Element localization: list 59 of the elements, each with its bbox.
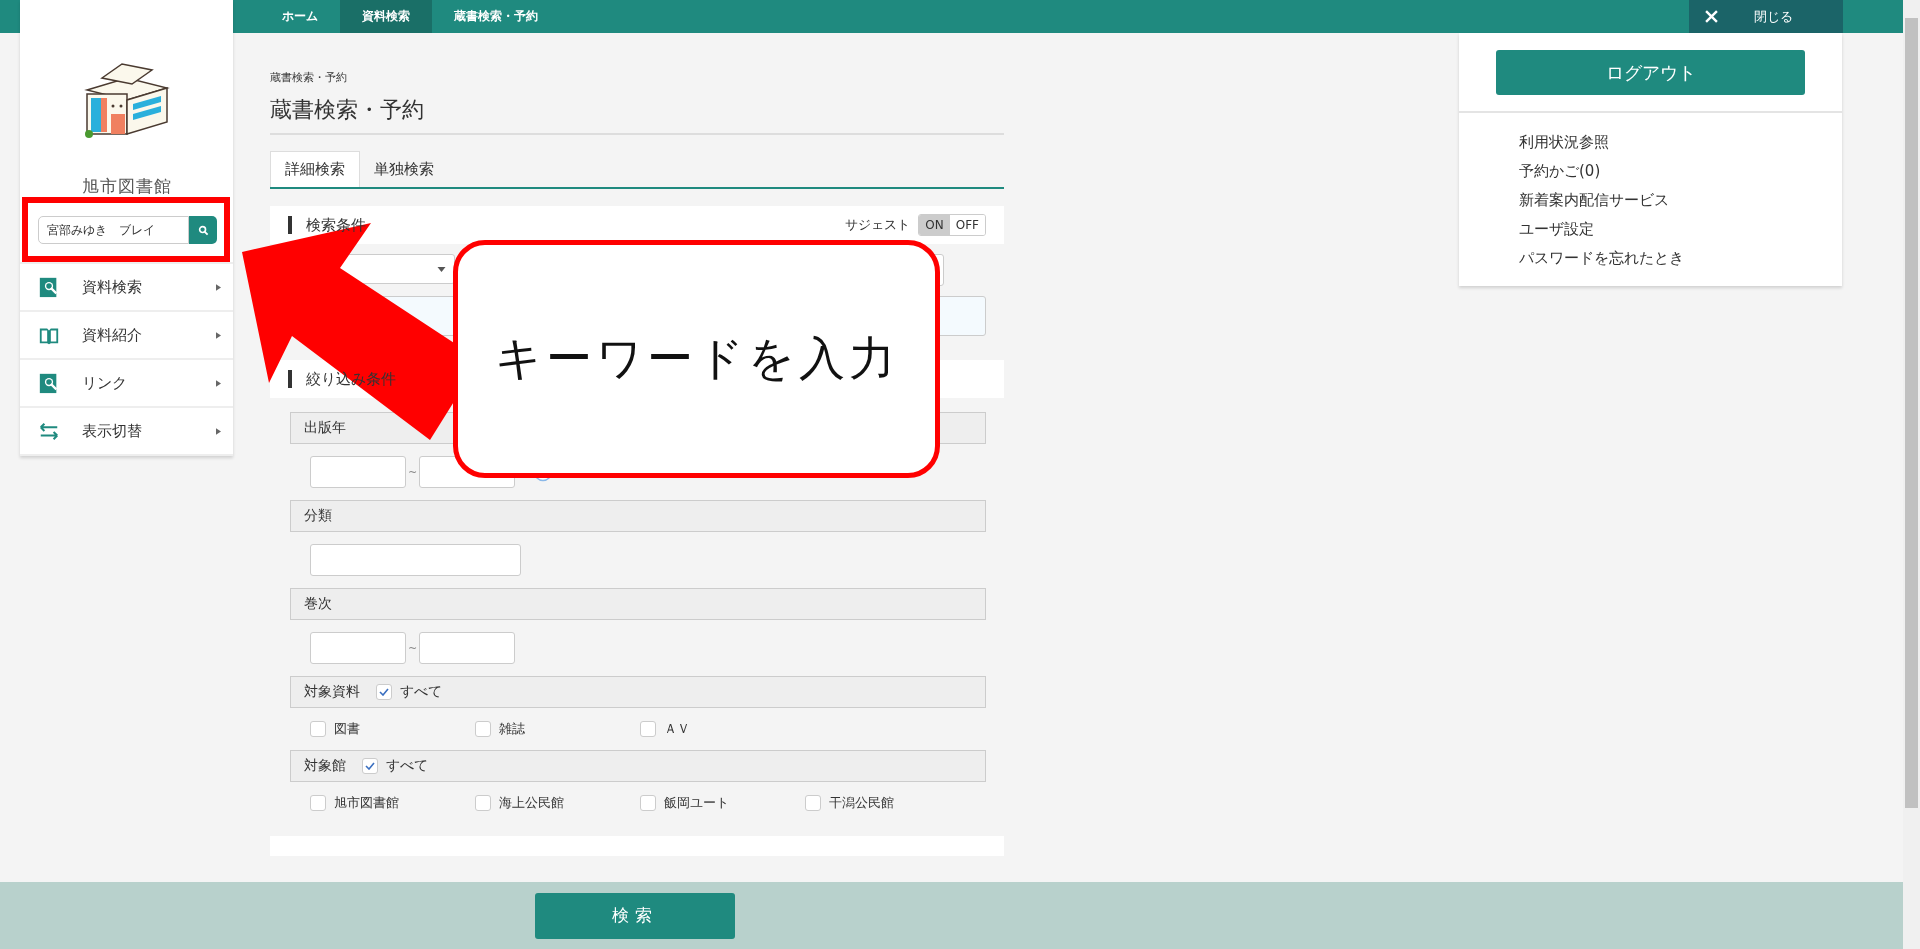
input-field[interactable] [310, 544, 521, 576]
tab[interactable]: 単独検索 [360, 151, 448, 187]
group-label: 巻次 [304, 595, 332, 613]
search-button[interactable] [189, 216, 217, 244]
checkbox[interactable]: 旭市図書館 [310, 794, 475, 812]
menu-link[interactable]: 新着案内配信サービス [1519, 191, 1842, 210]
range-separator: ~ [408, 641, 418, 655]
document-search-icon [38, 372, 60, 394]
document-search-icon [38, 276, 60, 298]
checkbox[interactable]: ＡＶ [640, 720, 805, 738]
checkbox[interactable]: 図書 [310, 720, 475, 738]
menu-link[interactable]: ユーザ設定 [1519, 220, 1842, 239]
input-field[interactable] [310, 632, 406, 664]
menu-item[interactable]: リンク [20, 360, 233, 408]
toggle-option[interactable]: ON [919, 215, 950, 235]
breadcrumb-link[interactable]: 資料検索 [340, 0, 432, 33]
caret-icon [216, 379, 221, 387]
scrollbar[interactable] [1903, 0, 1920, 949]
page-title: 蔵書検索・予約 [270, 95, 1004, 135]
group-label: 対象資料 [304, 683, 360, 701]
close-button[interactable]: 閉じる [1689, 0, 1843, 33]
check-icon [365, 762, 375, 770]
input-field[interactable] [419, 632, 516, 664]
caret-icon [216, 331, 221, 339]
caret-icon [216, 427, 221, 435]
input-field[interactable] [310, 456, 406, 488]
tab[interactable]: 詳細検索 [270, 151, 360, 187]
group-label: 出版年 [304, 419, 346, 437]
group-label: 対象館 [304, 757, 346, 775]
menu-link[interactable]: 利用状況参照 [1519, 133, 1842, 152]
section-title: 絞り込み条件 [306, 369, 396, 389]
callout-text: キーワードを入力 [494, 330, 899, 387]
menu-link[interactable]: 予約かご(0) [1519, 162, 1842, 181]
close-icon [1705, 10, 1718, 23]
search-button[interactable]: 検索 [535, 892, 735, 939]
page-breadcrumb: 蔵書検索・予約 [270, 70, 348, 85]
logout-button[interactable]: ログアウト [1496, 50, 1805, 95]
checkbox[interactable]: 干潟公民館 [805, 794, 970, 812]
search-field[interactable]: 宮部みゆき ブレイ [38, 216, 189, 244]
suggest-label: サジェスト [845, 216, 911, 234]
checkbox[interactable]: 雑誌 [475, 720, 640, 738]
breadcrumb-link[interactable]: ホーム [260, 0, 340, 33]
dropdown-caret-icon [437, 266, 446, 272]
checkbox[interactable]: 飯岡ユート [640, 794, 805, 812]
check-icon [379, 688, 389, 696]
range-separator: ~ [408, 465, 418, 479]
library-name: 旭市図書館 [80, 175, 173, 198]
menu-item[interactable]: 表示切替 [20, 408, 233, 456]
checkbox[interactable]: 海上公民館 [475, 794, 640, 812]
checkbox[interactable]: すべて [362, 757, 428, 775]
menu-item[interactable]: 資料検索 [20, 264, 233, 312]
group-label: 分類 [304, 507, 332, 525]
menu-item[interactable]: 資料紹介 [20, 312, 233, 360]
breadcrumb-link[interactable]: 蔵書検索・予約 [432, 0, 560, 33]
swap-arrows-icon [38, 420, 60, 442]
search-icon [197, 224, 209, 236]
checkbox[interactable]: すべて [376, 683, 442, 701]
caret-icon [216, 283, 221, 291]
menu-link[interactable]: パスワードを忘れたとき [1519, 249, 1842, 268]
